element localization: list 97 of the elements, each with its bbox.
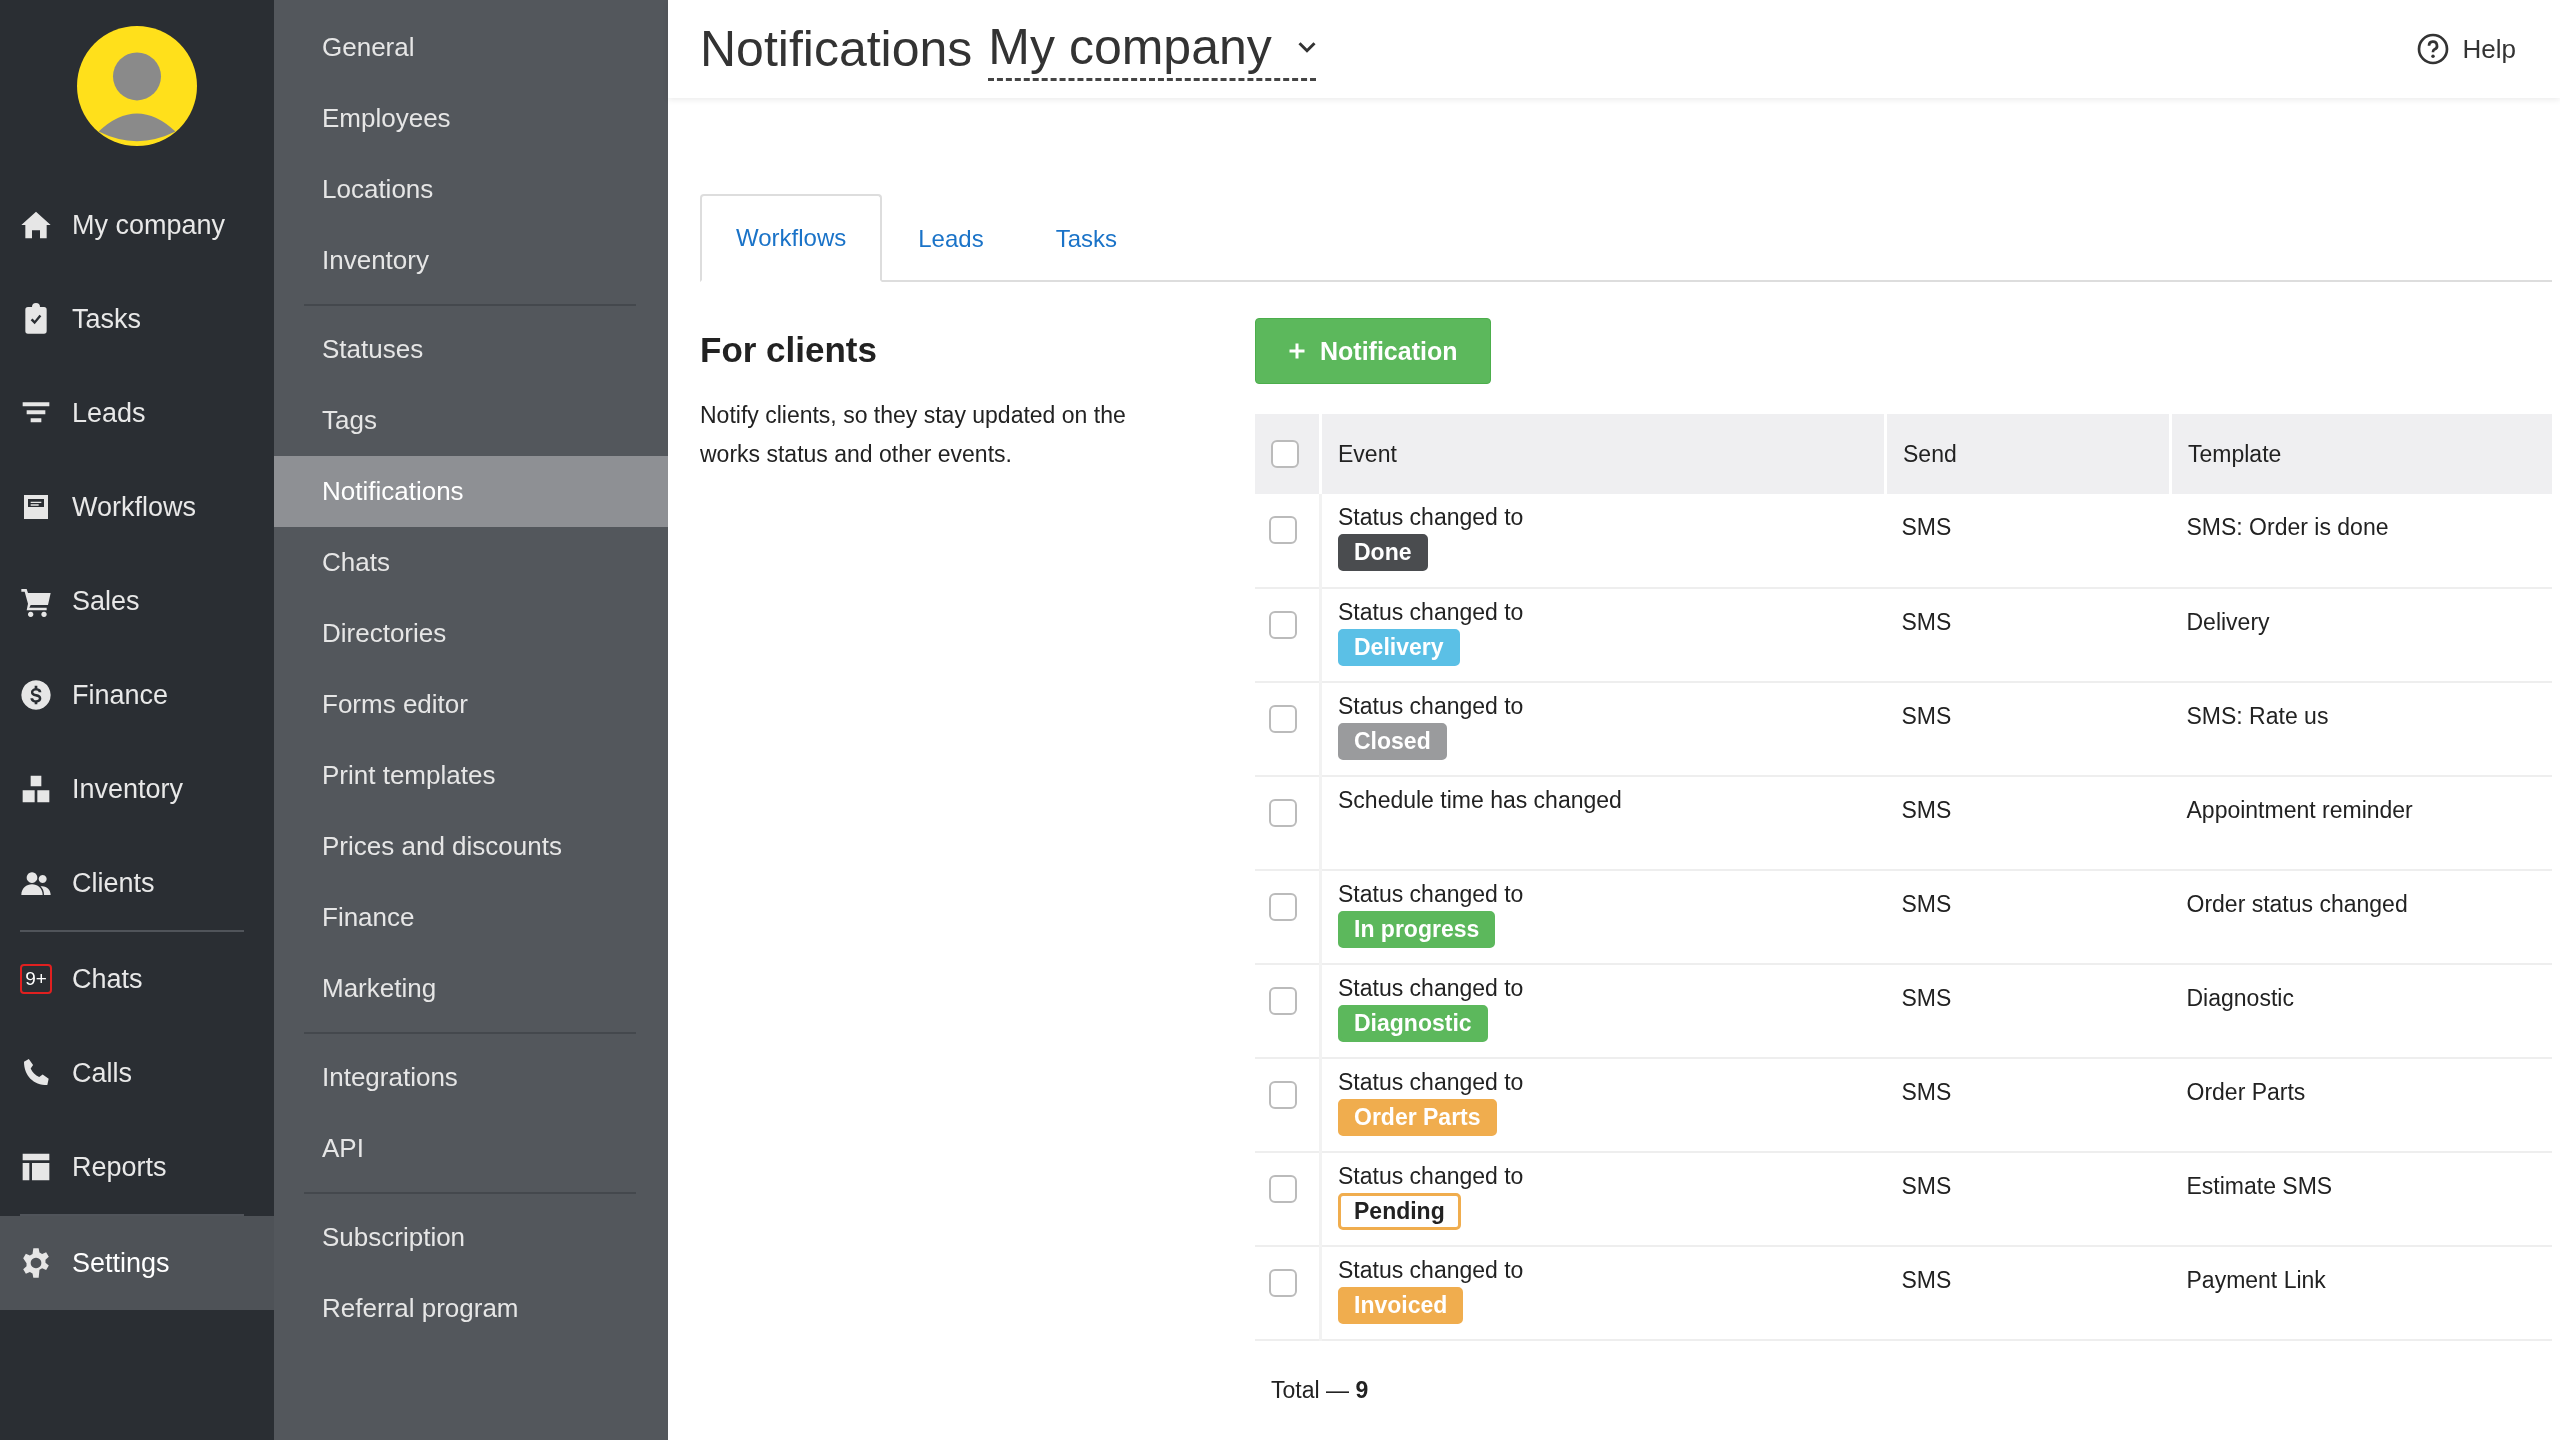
nav-item[interactable]: 9+ Chats xyxy=(0,932,274,1026)
chevron-down-icon xyxy=(1297,40,1316,53)
send-channel: SMS xyxy=(1901,703,1952,729)
template-name: Estimate SMS xyxy=(2186,1173,2333,1199)
nav-item[interactable]: Calls xyxy=(0,1026,274,1120)
nav-item[interactable]: My company xyxy=(0,178,274,272)
select-all-checkbox[interactable] xyxy=(1271,440,1299,468)
settings-menu-item[interactable]: Employees xyxy=(274,83,668,154)
help-button[interactable]: Help xyxy=(2410,32,2522,66)
plus-icon xyxy=(1288,342,1306,360)
event-text: Status changed to xyxy=(1338,599,1525,627)
event-text: Status changed to xyxy=(1338,1163,1525,1191)
help-icon xyxy=(2416,33,2449,65)
settings-menu-item[interactable]: Tags xyxy=(274,385,668,456)
send-channel: SMS xyxy=(1901,609,1952,635)
row-checkbox[interactable] xyxy=(1269,1175,1297,1203)
nav-item[interactable]: Clients xyxy=(0,836,274,930)
event-text: Status changed to xyxy=(1338,975,1525,1003)
company-dropdown[interactable]: My company xyxy=(988,17,1316,81)
row-checkbox[interactable] xyxy=(1269,893,1297,921)
row-checkbox[interactable] xyxy=(1269,705,1297,733)
row-checkbox[interactable] xyxy=(1269,987,1297,1015)
template-name: Delivery xyxy=(2186,609,2270,635)
settings-menu-item[interactable]: Forms editor xyxy=(274,669,668,740)
template-name: SMS: Rate us xyxy=(2186,703,2329,729)
column-header: Event xyxy=(1338,440,1397,467)
settings-menu-item[interactable]: Referral program xyxy=(274,1273,668,1344)
home-icon xyxy=(20,209,52,241)
tab[interactable]: Workflows xyxy=(700,194,883,282)
settings-menu-item[interactable]: Chats xyxy=(274,527,668,598)
status-tag: Invoiced xyxy=(1338,1286,1464,1325)
section-title: For clients xyxy=(700,330,878,370)
settings-menu-item[interactable]: Notifications xyxy=(274,456,668,527)
event-text: Status changed to xyxy=(1338,881,1525,909)
nav-item[interactable]: Tasks xyxy=(0,272,274,366)
section-description: Notify clients, so they stay updated on the works status and other events. xyxy=(700,401,1127,470)
chat-count-badge: 9+ xyxy=(20,964,52,994)
settings-menu-item[interactable]: Statuses xyxy=(274,314,668,385)
avatar-icon[interactable] xyxy=(77,26,197,146)
column-header: Send xyxy=(1903,440,1957,467)
event-text: Status changed to xyxy=(1338,504,1525,532)
nav-item[interactable]: Sales xyxy=(0,554,274,648)
send-channel: SMS xyxy=(1901,891,1952,917)
send-channel: SMS xyxy=(1901,985,1952,1011)
settings-menu-item[interactable]: Print templates xyxy=(274,740,668,811)
settings-menu-item[interactable]: Locations xyxy=(274,154,668,225)
send-channel: SMS xyxy=(1901,1079,1952,1105)
send-channel: SMS xyxy=(1901,1173,1952,1199)
tab[interactable]: Leads xyxy=(882,194,1020,282)
event-text: Status changed to xyxy=(1338,1257,1525,1285)
settings-menu-item[interactable]: API xyxy=(274,1113,668,1184)
settings-menu-item[interactable]: Subscription xyxy=(274,1202,668,1273)
page-title: Notifications xyxy=(700,20,973,78)
nav-item[interactable]: Finance xyxy=(0,648,274,742)
send-channel: SMS xyxy=(1901,514,1952,540)
settings-menu-item[interactable]: Inventory xyxy=(274,225,668,296)
settings-menu-item[interactable]: Prices and discounts xyxy=(274,811,668,882)
column-header: Template xyxy=(2188,440,2282,467)
event-text: Status changed to xyxy=(1338,693,1525,721)
template-name: Diagnostic xyxy=(2186,985,2294,1011)
tab[interactable]: Tasks xyxy=(1019,194,1153,282)
event-text: Schedule time has changed xyxy=(1338,787,1623,815)
settings-menu-item[interactable]: Integrations xyxy=(274,1042,668,1113)
gear-icon xyxy=(20,1247,52,1279)
settings-menu-item[interactable]: General xyxy=(274,12,668,83)
status-tag: Closed xyxy=(1338,722,1447,761)
row-checkbox[interactable] xyxy=(1269,516,1297,544)
event-text: Status changed to xyxy=(1338,1069,1525,1097)
template-name: Payment Link xyxy=(2186,1267,2326,1293)
dollar-icon xyxy=(20,679,52,711)
nav-item[interactable]: Reports xyxy=(0,1120,274,1214)
status-tag: Order Parts xyxy=(1338,1098,1497,1137)
nav-item[interactable]: Inventory xyxy=(0,742,274,836)
grid-icon xyxy=(20,1151,52,1183)
nav-item[interactable]: Workflows xyxy=(0,460,274,554)
row-checkbox[interactable] xyxy=(1269,799,1297,827)
template-name: Order status changed xyxy=(2186,891,2408,917)
total-count: Total — 9 xyxy=(1270,1376,1370,1404)
send-channel: SMS xyxy=(1901,797,1952,823)
nav-item[interactable]: Settings xyxy=(0,1216,274,1310)
row-checkbox[interactable] xyxy=(1269,1081,1297,1109)
row-checkbox[interactable] xyxy=(1269,611,1297,639)
settings-menu-item[interactable]: Directories xyxy=(274,598,668,669)
status-tag: Pending xyxy=(1338,1192,1461,1231)
settings-menu-item[interactable]: Marketing xyxy=(274,953,668,1024)
settings-menu-item[interactable]: Finance xyxy=(274,882,668,953)
status-tag: Done xyxy=(1338,533,1428,572)
boxes-icon xyxy=(20,773,52,805)
status-tag: Delivery xyxy=(1338,628,1460,667)
template-name: SMS: Order is done xyxy=(2186,514,2389,540)
template-name: Appointment reminder xyxy=(2186,797,2413,823)
status-tag: In progress xyxy=(1338,910,1496,949)
template-name: Order Parts xyxy=(2186,1079,2306,1105)
send-channel: SMS xyxy=(1901,1267,1952,1293)
row-checkbox[interactable] xyxy=(1269,1269,1297,1297)
status-tag: Diagnostic xyxy=(1338,1004,1488,1043)
nav-item[interactable]: Leads xyxy=(0,366,274,460)
